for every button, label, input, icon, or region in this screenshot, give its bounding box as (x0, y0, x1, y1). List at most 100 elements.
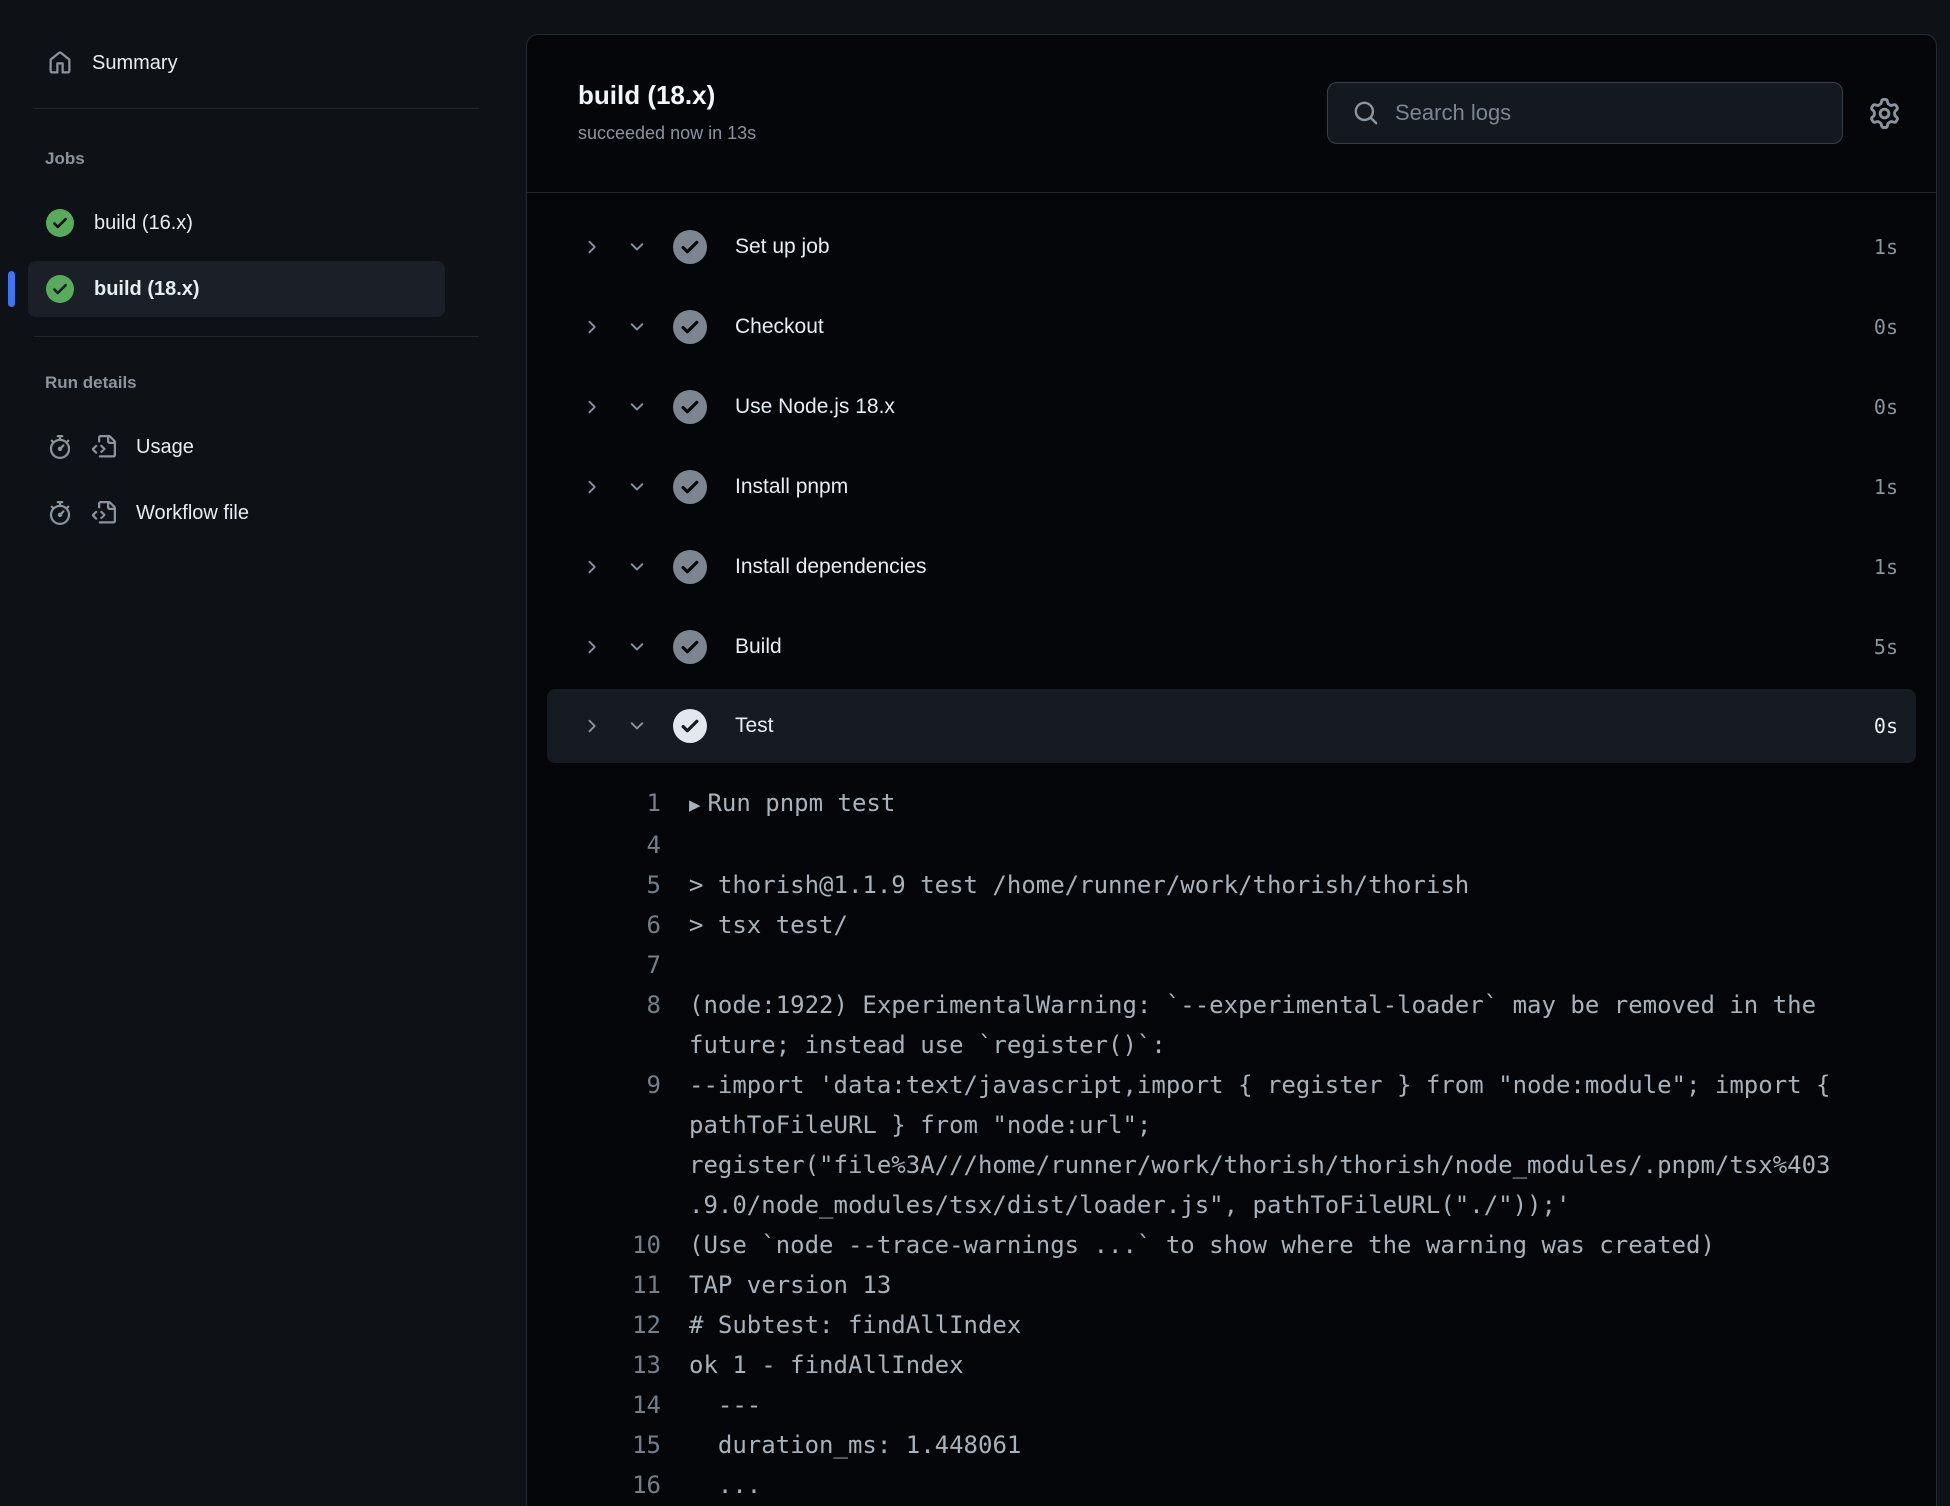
chevron-right-icon[interactable] (581, 637, 601, 657)
log-line-text: (node:1922) ExperimentalWarning: `--expe… (689, 991, 1831, 1059)
chevron-down-icon[interactable] (627, 716, 647, 736)
log-line-text: --- (689, 1391, 762, 1419)
step-row[interactable]: Set up job 1s (527, 207, 1936, 287)
summary-label: Summary (92, 51, 178, 74)
step-duration: 0s (1873, 395, 1898, 419)
log-line-number[interactable]: 12 (587, 1305, 661, 1345)
check-circle-icon (46, 275, 74, 303)
log-line-text: ▶ Run pnpm test (689, 789, 896, 817)
log-line: 6 > tsx test/ (587, 905, 1936, 945)
sidebar-run-detail-item[interactable]: Workflow file (28, 485, 445, 541)
log-line: 7 (587, 945, 1936, 985)
selected-indicator (8, 271, 15, 307)
check-circle-icon (46, 209, 74, 237)
check-circle-icon (673, 630, 707, 664)
step-duration: 1s (1873, 475, 1898, 499)
chevron-down-icon[interactable] (627, 237, 647, 257)
step-duration: 0s (1873, 714, 1898, 738)
log-line-number[interactable]: 13 (587, 1345, 661, 1385)
job-label: build (16.x) (94, 211, 193, 234)
log-settings-button[interactable] (1869, 97, 1900, 129)
expand-group-marker-icon[interactable]: ▶ (689, 794, 700, 816)
log-line-number[interactable]: 1 (587, 783, 661, 825)
step-row[interactable]: Install pnpm 1s (527, 447, 1936, 527)
step-label: Use Node.js 18.x (735, 395, 895, 418)
log-line-number[interactable]: 7 (587, 945, 661, 985)
job-header-left: build (18.x) succeeded now in 13s (578, 80, 756, 144)
log-line: 4 (587, 825, 1936, 865)
check-circle-icon (673, 550, 707, 584)
step-duration: 0s (1873, 315, 1898, 339)
jobs-list: build (16.x) build (18.x) (0, 195, 526, 317)
sidebar-job-item[interactable]: build (16.x) (28, 195, 445, 251)
code-file-icon (92, 501, 116, 524)
run-details-section-header: Run details (45, 373, 137, 392)
step-row[interactable]: Test 0s (547, 689, 1916, 763)
chevron-down-icon[interactable] (627, 637, 647, 657)
chevron-down-icon[interactable] (627, 317, 647, 337)
log-line-number[interactable]: 8 (587, 985, 661, 1065)
log-line-text: TAP version 13 (689, 1271, 892, 1299)
log-line: 16 ... (587, 1465, 1936, 1505)
log-line: 9 --import 'data:text/javascript,import … (587, 1065, 1936, 1225)
chevron-right-icon[interactable] (581, 716, 601, 736)
chevron-right-icon[interactable] (581, 317, 601, 337)
log-line-text: ok 1 - findAllIndex (689, 1351, 964, 1379)
step-label: Install pnpm (735, 475, 849, 498)
log-line-number[interactable]: 10 (587, 1225, 661, 1265)
check-circle-icon (673, 390, 707, 424)
step-row[interactable]: Install dependencies 1s (527, 527, 1936, 607)
run-detail-label: Workflow file (136, 501, 249, 524)
job-log-panel: build (18.x) succeeded now in 13s Set up… (526, 34, 1937, 1506)
sidebar-run-detail-item[interactable]: Usage (28, 419, 445, 475)
log-line-text: duration_ms: 1.448061 (689, 1431, 1022, 1459)
sidebar-item-summary[interactable]: Summary (28, 35, 445, 91)
job-title: build (18.x) (578, 80, 716, 110)
chevron-right-icon[interactable] (581, 477, 601, 497)
stopwatch-icon (49, 501, 71, 525)
step-label: Build (735, 635, 782, 658)
log-line: 12 # Subtest: findAllIndex (587, 1305, 1936, 1345)
step-duration: 1s (1873, 555, 1898, 579)
log-line: 5 > thorish@1.1.9 test /home/runner/work… (587, 865, 1936, 905)
log-line: 10 (Use `node --trace-warnings ...` to s… (587, 1225, 1936, 1265)
log-line-number[interactable]: 9 (587, 1065, 661, 1225)
check-circle-icon (673, 310, 707, 344)
job-status-line: succeeded now in 13s (578, 123, 757, 143)
chevron-right-icon[interactable] (581, 557, 601, 577)
step-duration: 5s (1873, 635, 1898, 659)
log-line-number[interactable]: 14 (587, 1385, 661, 1425)
log-line-text: > thorish@1.1.9 test /home/runner/work/t… (689, 871, 1470, 899)
chevron-right-icon[interactable] (581, 397, 601, 417)
log-line-text: # Subtest: findAllIndex (689, 1311, 1022, 1339)
log-line-number[interactable]: 6 (587, 905, 661, 945)
chevron-right-icon[interactable] (581, 237, 601, 257)
check-circle-icon (673, 709, 707, 743)
run-sidebar: Summary Jobs build (16.x) build (18.x) R… (0, 0, 526, 1506)
chevron-down-icon[interactable] (627, 477, 647, 497)
sidebar-divider (34, 108, 479, 109)
step-row[interactable]: Use Node.js 18.x 0s (527, 367, 1936, 447)
log-line: 11 TAP version 13 (587, 1265, 1936, 1305)
log-line-number[interactable]: 5 (587, 865, 661, 905)
step-label: Set up job (735, 235, 830, 258)
step-row[interactable]: Checkout 0s (527, 287, 1936, 367)
search-logs-input[interactable] (1393, 99, 1822, 127)
log-line: 13 ok 1 - findAllIndex (587, 1345, 1936, 1385)
search-icon (1354, 101, 1378, 125)
search-logs-box[interactable] (1327, 82, 1843, 144)
log-line-number[interactable]: 15 (587, 1425, 661, 1465)
log-line-number[interactable]: 11 (587, 1265, 661, 1305)
log-line-number[interactable]: 4 (587, 825, 661, 865)
log-line: 14 --- (587, 1385, 1936, 1425)
steps-list: Set up job 1s Checkout 0s Use Node.js 18… (527, 193, 1936, 763)
jobs-section-header: Jobs (45, 149, 85, 168)
log-line-number[interactable]: 16 (587, 1465, 661, 1505)
log-line: 8 (node:1922) ExperimentalWarning: `--ex… (587, 985, 1936, 1065)
step-label: Install dependencies (735, 555, 927, 578)
step-row[interactable]: Build 5s (527, 607, 1936, 687)
sidebar-job-item[interactable]: build (18.x) (8, 261, 445, 317)
chevron-down-icon[interactable] (627, 397, 647, 417)
chevron-down-icon[interactable] (627, 557, 647, 577)
sidebar-divider (34, 336, 479, 337)
